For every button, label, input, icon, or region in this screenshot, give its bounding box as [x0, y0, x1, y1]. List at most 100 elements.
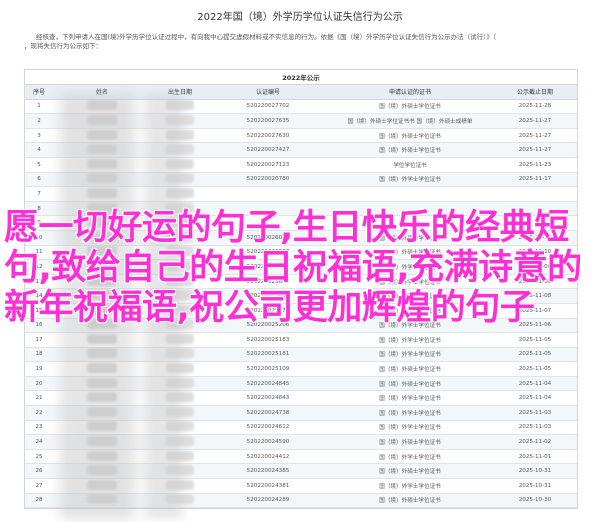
header-expiry: 公示截止日期 [493, 84, 577, 100]
row-birthdate [151, 347, 209, 363]
row-expiry: 2025-11-05 [493, 332, 577, 348]
header-cert-id: 认证编号 [209, 84, 327, 100]
row-index: 7 [25, 186, 53, 202]
row-name [53, 186, 151, 202]
header-name: 姓名 [53, 84, 151, 100]
row-index: 19 [25, 361, 53, 377]
row-index: 20 [25, 376, 53, 392]
redacted-name [87, 406, 117, 417]
table-row: 1 520220027702 国（境）外硕士学位证书 2025-11-28 [25, 99, 577, 115]
row-name [53, 99, 151, 115]
row-name [53, 478, 151, 494]
row-name [53, 172, 151, 188]
row-certificate: 学位学位证书 [327, 157, 493, 173]
row-index: 4 [25, 142, 53, 158]
row-expiry: 2025-11-04 [493, 376, 577, 392]
row-index: 17 [25, 332, 53, 348]
page-title: 2022年国（境）外学历学位认证失信行为公示 [197, 12, 403, 23]
row-name [53, 128, 151, 144]
redacted-birthdate [166, 129, 194, 140]
row-certificate: 国（境）外硕士学位证书 [327, 361, 493, 377]
notice-text: 经核查，下列申请人在国(境)外学历学位认证过程中，有向我中心提交虚假材料或不实信… [24, 33, 580, 51]
row-cert-id: 520220027630 [209, 128, 327, 144]
row-expiry: 2025-11-27 [493, 113, 577, 129]
row-certificate [327, 186, 493, 202]
redacted-birthdate [166, 158, 194, 169]
redacted-name [87, 436, 117, 447]
redacted-birthdate [166, 348, 194, 359]
row-birthdate [151, 361, 209, 377]
table-row: 17 520220025183 国（境）外学士学位证书 2025-11-05 [25, 332, 577, 348]
row-index: 25 [25, 449, 53, 465]
row-name [53, 405, 151, 421]
redacted-birthdate [166, 479, 194, 490]
table-row: 27 520220024381 国（境）外学士学位证书 2025-10-31 [25, 478, 577, 494]
header-index: 序号 [25, 84, 53, 100]
redacted-name [87, 363, 117, 374]
row-certificate: 国（境）外硕士学位证书 [327, 434, 493, 450]
row-expiry: 2025-11-27 [493, 128, 577, 144]
row-cert-id: 520220024612 [209, 420, 327, 436]
redacted-name [87, 392, 117, 403]
redacted-name [87, 114, 117, 125]
row-index: 6 [25, 172, 53, 188]
row-certificate: 国（境）外学士学位证书 [327, 449, 493, 465]
row-cert-id: 520220024738 [209, 405, 327, 421]
row-name [53, 493, 151, 509]
redacted-name [87, 465, 117, 476]
year-label: 2022年公示 [25, 70, 577, 85]
row-expiry: 2025-11-03 [493, 420, 577, 436]
row-cert-id: 520220024412 [209, 449, 327, 465]
redacted-name [87, 158, 117, 169]
row-index: 28 [25, 493, 53, 509]
table-row: 5 520220027123 学位学位证书 2025-11-23 [25, 157, 577, 173]
table-row: 21 520220024843 国（境）外学士学位证书 2025-11-04 [25, 390, 577, 407]
row-expiry: 2025-11-28 [493, 99, 577, 115]
row-certificate: 国（境）外学士学位证书 [327, 347, 493, 363]
table-row: 2 520220027635 国（境）外硕士学位证书书 国（境）外硕士成绩单 2025… [25, 113, 577, 129]
redacted-name [87, 348, 117, 359]
row-cert-id: 520220024289 [209, 493, 327, 509]
row-expiry: 2025-11-05 [493, 361, 577, 377]
row-expiry: 2025-10-31 [493, 463, 577, 480]
row-cert-id: 520220027123 [209, 157, 327, 173]
row-name [53, 449, 151, 465]
header-birthdate: 出生日期 [151, 84, 209, 100]
row-cert-id: 520220024381 [209, 478, 327, 494]
row-cert-id: 520220024845 [209, 376, 327, 392]
row-index: 3 [25, 128, 53, 144]
row-expiry [493, 186, 577, 202]
row-birthdate [151, 449, 209, 465]
row-birthdate [151, 113, 209, 129]
row-cert-id: 520220024843 [209, 390, 327, 407]
row-certificate: 国（境）外学士学位证书 [327, 420, 493, 436]
row-expiry: 2025-11-23 [493, 157, 577, 173]
row-birthdate [151, 99, 209, 115]
redacted-name [87, 144, 117, 155]
table-row: 6 520220026780 国（境）外学士学位证书 2025-11-17 [25, 172, 577, 188]
redacted-birthdate [166, 494, 194, 505]
table-header-row: 序号 姓名 出生日期 认证编号 申请认证的证书 公示截止日期 [25, 84, 577, 100]
row-certificate: 国（境）外硕士学位证书 [327, 99, 493, 115]
row-birthdate [151, 493, 209, 509]
redacted-name [87, 187, 117, 198]
row-index: 18 [25, 347, 53, 363]
table-row: 4 520220027427 国（境）外硕士学位证书 2025-11-27 [25, 142, 577, 158]
notice-line-2: ，现将失信行为公示如下： [24, 42, 102, 50]
row-name [53, 347, 151, 363]
row-certificate: 国（境）外学士学位证书 [327, 390, 493, 407]
row-index: 1 [25, 99, 53, 115]
redacted-birthdate [166, 144, 194, 155]
row-certificate: 国（境）外硕士学位证书 [327, 493, 493, 509]
row-expiry: 2025-11-27 [493, 142, 577, 158]
table-year-row: 2022年公示 [25, 70, 577, 85]
row-certificate: 国（境）外硕士学位证书 [327, 128, 493, 144]
notice-line-1: 经核查，下列申请人在国(境)外学历学位认证过程中，有向我中心提交虚假材料或不实信… [36, 33, 497, 41]
table-row: 25 520220024412 国（境）外学士学位证书 2025-11-01 [25, 449, 577, 465]
redacted-name [87, 129, 117, 140]
row-cert-id: 520220027635 [209, 113, 327, 129]
redacted-name [87, 450, 117, 461]
row-name [53, 332, 151, 348]
redacted-birthdate [166, 333, 194, 344]
row-birthdate [151, 390, 209, 407]
